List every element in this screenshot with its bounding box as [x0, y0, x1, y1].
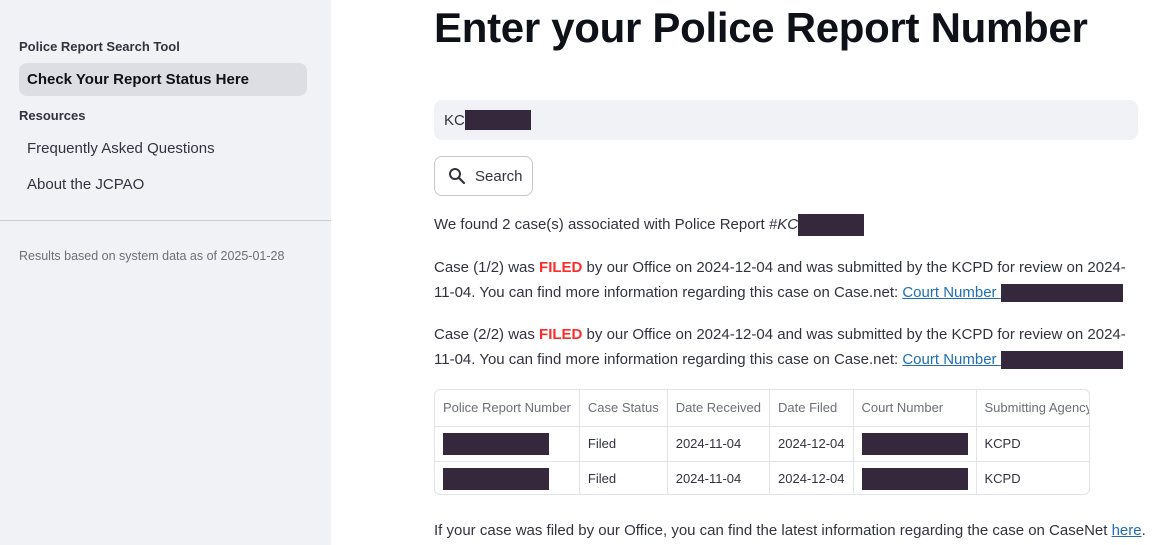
table-cell: 2024-11-04	[667, 461, 771, 494]
case-text: Case (1/2) was	[434, 259, 540, 276]
sidebar-item-about[interactable]: About the JCPAO	[19, 168, 307, 201]
case-status-filed: FILED	[539, 326, 583, 343]
column-header[interactable]: Date Filed	[769, 390, 854, 427]
redaction-block	[861, 467, 968, 490]
search-icon	[449, 168, 466, 185]
data-date-note: Results based on system data as of 2025-…	[19, 249, 285, 263]
case-2-description: Case (2/2) was FILED by our Office on 20…	[434, 322, 1144, 372]
sidebar-section-title: Police Report Search Tool	[19, 39, 180, 54]
table-cell	[435, 461, 580, 494]
redaction-block	[798, 214, 865, 237]
sidebar-divider	[0, 220, 331, 221]
page-title: Enter your Police Report Number	[434, 4, 1088, 51]
redaction-block	[1000, 284, 1123, 303]
table-cell: 2024-11-04	[667, 426, 771, 462]
court-number-link[interactable]: Court Number	[902, 284, 1000, 301]
case-1-description: Case (1/2) was FILED by our Office on 20…	[434, 255, 1144, 305]
column-header[interactable]: Police Report Number	[435, 390, 580, 427]
table-cell: Filed	[579, 426, 668, 462]
sidebar: Police Report Search Tool Check Your Rep…	[0, 0, 331, 545]
table-cell: Filed	[579, 461, 668, 494]
search-button-label: Search	[475, 167, 523, 185]
search-button[interactable]: Search	[434, 156, 533, 196]
table-cell: 2024-12-04	[769, 426, 854, 462]
redaction-block	[443, 432, 549, 455]
column-header[interactable]: Submitting Agency	[976, 390, 1089, 427]
footer-text: If your case was filed by our Office, yo…	[434, 522, 1112, 539]
table-cell: KCPD	[984, 471, 1021, 487]
footer-note: If your case was filed by our Office, yo…	[434, 518, 1154, 543]
search-input-value: KC	[444, 111, 465, 129]
redaction-block	[861, 432, 968, 455]
table-cell: 2024-12-04	[769, 461, 854, 494]
column-header[interactable]: Court Number	[853, 390, 977, 427]
sidebar-item-check-status[interactable]: Check Your Report Status Here	[19, 63, 307, 96]
sidebar-section-resources: Resources	[19, 108, 86, 123]
case-text: Case (2/2) was	[434, 326, 540, 343]
redaction-block	[1000, 351, 1123, 370]
table-header-row: Police Report Number Case Status Date Re…	[435, 390, 1089, 427]
results-summary-text: We found 2 case(s) associated with Polic…	[434, 216, 769, 233]
footer-period: .	[1141, 522, 1146, 539]
redaction-block	[443, 467, 549, 490]
cases-table: Police Report Number Case Status Date Re…	[434, 389, 1090, 495]
sidebar-item-faq[interactable]: Frequently Asked Questions	[19, 132, 307, 165]
court-number-link[interactable]: Court Number	[902, 351, 1000, 368]
column-header[interactable]: Case Status	[579, 390, 668, 427]
table-row: Filed 2024-11-04 2024-12-04 KCPD	[435, 461, 1089, 494]
results-summary: We found 2 case(s) associated with Polic…	[434, 212, 1144, 237]
table-cell: KCPD	[976, 426, 1089, 462]
table-cell	[853, 426, 977, 462]
redaction-block	[464, 110, 531, 130]
column-header[interactable]: Date Received	[667, 390, 771, 427]
report-number-text: #KC	[768, 216, 799, 233]
table-cell	[435, 426, 580, 462]
table-cell	[853, 461, 977, 494]
case-status-filed: FILED	[539, 259, 583, 276]
casenet-link[interactable]: here	[1112, 522, 1142, 539]
table-row: Filed 2024-11-04 2024-12-04 KCPD	[435, 426, 1089, 462]
report-number-input[interactable]: KC	[434, 100, 1138, 140]
